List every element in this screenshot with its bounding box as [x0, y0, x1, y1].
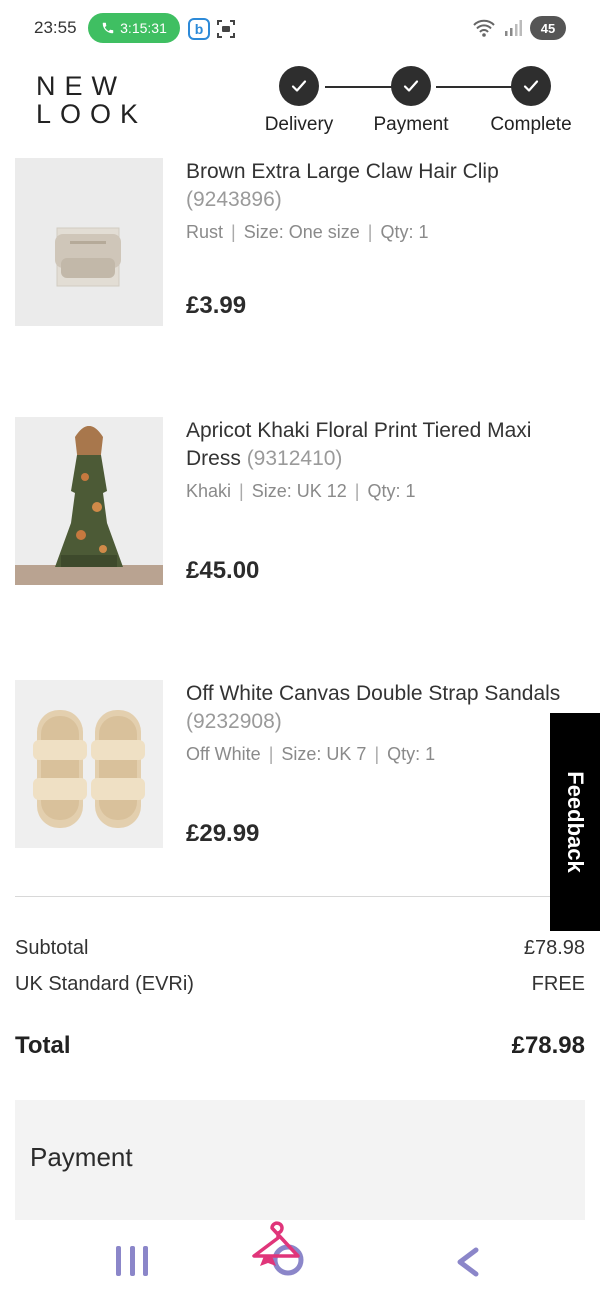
feedback-label: Feedback — [563, 771, 588, 873]
system-nav-bar — [0, 1220, 600, 1300]
product-code: (9312410) — [246, 447, 343, 470]
subtotal-value: £78.98 — [523, 937, 585, 959]
item-attributes: Khaki | Size: UK 12 | Qty: 1 — [186, 481, 416, 501]
product-name[interactable]: Apricot Khaki Floral Print Tiered Maxi D… — [186, 417, 586, 473]
step-label: Complete — [490, 114, 572, 135]
back-icon[interactable] — [452, 1246, 482, 1278]
item-size: Size: One size — [243, 222, 360, 242]
item-colour: Off White — [186, 744, 261, 764]
wifi-icon — [473, 19, 495, 37]
product-name-text: Brown Extra Large Claw Hair Clip — [186, 160, 499, 183]
order-item: Off White Canvas Double Strap Sandals (9… — [15, 680, 585, 850]
item-details: Apricot Khaki Floral Print Tiered Maxi D… — [186, 417, 586, 502]
brand-line-2: LOOK — [36, 99, 148, 129]
item-qty: Qty: 1 — [367, 481, 416, 501]
item-price: £3.99 — [186, 292, 247, 319]
recent-apps-icon[interactable] — [116, 1246, 148, 1276]
item-size: Size: UK 7 — [281, 744, 367, 764]
feedback-button[interactable]: Feedback — [550, 713, 600, 931]
call-timer: 3:15:31 — [120, 20, 167, 36]
home-icon[interactable] — [246, 1220, 318, 1280]
signal-icon — [505, 20, 522, 36]
payment-title: Payment — [30, 1142, 133, 1172]
check-icon — [391, 66, 431, 106]
brand-line-1: NEW — [36, 71, 126, 101]
b-app-icon: b — [188, 18, 210, 40]
item-qty: Qty: 1 — [387, 744, 436, 764]
product-image-hair-clip[interactable] — [15, 158, 163, 326]
divider — [15, 896, 585, 897]
checkout-progress: Delivery Payment Complete — [250, 66, 590, 138]
check-icon — [279, 66, 319, 106]
total-row: Total £78.98 — [15, 1032, 585, 1060]
item-colour: Rust — [186, 222, 224, 242]
check-icon — [511, 66, 551, 106]
item-details: Brown Extra Large Claw Hair Clip (924389… — [186, 158, 586, 243]
subtotal-row: Subtotal £78.98 — [15, 937, 585, 960]
product-code: (9243896) — [186, 188, 282, 211]
total-label: Total — [15, 1032, 71, 1059]
screenshot-icon — [217, 20, 235, 38]
status-time: 23:55 — [34, 18, 77, 37]
item-qty: Qty: 1 — [380, 222, 429, 242]
total-value: £78.98 — [511, 1032, 585, 1059]
item-attributes: Off White | Size: UK 7 | Qty: 1 — [186, 744, 436, 764]
product-name-text: Off White Canvas Double Strap Sandals — [186, 682, 561, 705]
step-delivery: Delivery — [244, 66, 354, 136]
step-complete: Complete — [476, 66, 586, 136]
item-attributes: Rust | Size: One size | Qty: 1 — [186, 222, 429, 242]
order-item: Brown Extra Large Claw Hair Clip (924389… — [15, 158, 585, 328]
order-item: Apricot Khaki Floral Print Tiered Maxi D… — [15, 417, 585, 587]
product-code: (9232908) — [186, 710, 282, 733]
battery-indicator: 45 — [530, 16, 566, 40]
item-price: £45.00 — [186, 557, 260, 584]
product-name[interactable]: Off White Canvas Double Strap Sandals (9… — [186, 680, 586, 736]
subtotal-label: Subtotal — [15, 937, 89, 959]
brand-logo[interactable]: NEW LOOK — [36, 72, 147, 128]
step-label: Payment — [373, 114, 449, 135]
product-image-maxi-dress[interactable] — [15, 417, 163, 585]
phone-icon — [102, 22, 114, 34]
status-bar: 23:55 3:15:31 b 45 — [0, 0, 600, 58]
shipping-value: FREE — [531, 973, 585, 995]
product-image-sandals[interactable] — [15, 680, 163, 848]
step-payment: Payment — [356, 66, 466, 136]
product-name-text: Apricot Khaki Floral Print Tiered Maxi D… — [186, 419, 532, 470]
item-price: £29.99 — [186, 820, 260, 847]
shipping-row: UK Standard (EVRi) FREE — [15, 973, 585, 996]
product-name[interactable]: Brown Extra Large Claw Hair Clip (924389… — [186, 158, 586, 214]
step-label: Delivery — [264, 114, 334, 135]
shipping-label: UK Standard (EVRi) — [15, 973, 194, 995]
payment-section[interactable]: Payment — [15, 1100, 585, 1220]
item-size: Size: UK 12 — [251, 481, 347, 501]
item-colour: Khaki — [186, 481, 232, 501]
item-details: Off White Canvas Double Strap Sandals (9… — [186, 680, 586, 765]
call-indicator[interactable]: 3:15:31 — [88, 13, 180, 43]
